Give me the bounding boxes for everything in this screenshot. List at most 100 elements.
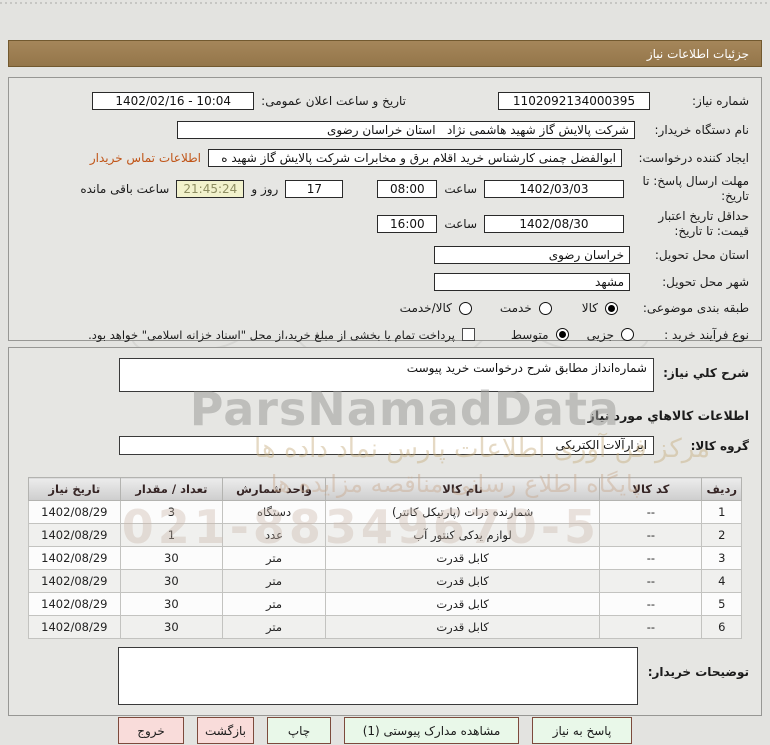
price-validity-date-field[interactable]: 1402/08/30 <box>484 215 624 233</box>
cell-qty: 30 <box>119 615 224 639</box>
cell-date: 1402/08/29 <box>28 546 121 570</box>
back-button[interactable]: بازگشت <box>197 717 254 744</box>
delivery-province-label: استان محل تحویل: <box>654 248 749 262</box>
price-validity-time-field[interactable]: 16:00 <box>377 215 438 233</box>
exit-button[interactable]: خروج <box>118 717 184 744</box>
table-row: 4 -- کابل قدرت متر 30 1402/08/29 <box>28 569 742 593</box>
radio-goods[interactable] <box>605 301 618 315</box>
cell-qty: 30 <box>119 592 224 616</box>
general-description-field[interactable]: شماره‌انداز مطابق شرح درخواست خرید پیوست <box>119 358 654 392</box>
time-left-field: 21:45:24 <box>176 180 245 198</box>
cell-unit: عدد <box>222 523 326 547</box>
cell-name: لوازم یدکی کنتور آب <box>324 523 601 547</box>
request-creator-field[interactable]: ابوالفضل چمنی کارشناس خرید اقلام برق و م… <box>208 148 622 167</box>
cell-date: 1402/08/29 <box>28 523 121 547</box>
price-validity-hour-label: ساعت <box>444 217 477 231</box>
cell-row: 3 <box>701 546 742 570</box>
cell-unit: دستگاه <box>222 500 326 524</box>
page-title-text: جزئیات اطلاعات نیاز <box>646 46 749 61</box>
cell-qty: 3 <box>119 500 224 524</box>
items-table-header-row: ردیف کد کالا نام کالا واحد شمارش تعداد /… <box>28 477 742 501</box>
table-row: 6 -- کابل قدرت متر 30 1402/08/29 <box>28 615 742 639</box>
table-row: 2 -- لوازم یدکی کنتور آب عدد 1 1402/08/2… <box>28 523 742 547</box>
cell-name: شمارنده ذرات (پارتیکل کانتر) <box>324 500 601 524</box>
cell-code: -- <box>599 523 703 547</box>
cell-unit: متر <box>222 569 326 593</box>
cell-row: 2 <box>701 523 742 547</box>
col-unit: واحد شمارش <box>222 477 326 501</box>
treasury-docs-checkbox[interactable] <box>461 328 475 341</box>
buyer-org-field[interactable]: شرکت پالایش گاز شهید هاشمی نژاد استان خر… <box>177 121 635 139</box>
cell-code: -- <box>599 500 703 524</box>
cell-name: کابل قدرت <box>324 546 601 570</box>
announce-datetime-label: تاریخ و ساعت اعلان عمومی: <box>261 94 406 108</box>
cell-qty: 30 <box>119 569 224 593</box>
delivery-city-field[interactable]: مشهد <box>434 273 630 291</box>
buyer-notes-label: توضیحات خریدار: <box>647 665 749 679</box>
table-row: 1 -- شمارنده ذرات (پارتیکل کانتر) دستگاه… <box>28 500 742 524</box>
need-info-panel: شماره نیاز: 1102092134000395 تاریخ و ساع… <box>8 77 762 342</box>
reply-deadline-date-field[interactable]: 1402/03/03 <box>484 180 624 198</box>
time-left-label: ساعت باقی مانده <box>80 182 170 196</box>
need-number-field[interactable]: 1102092134000395 <box>498 92 650 110</box>
cell-name: کابل قدرت <box>324 569 601 593</box>
radio-service[interactable] <box>538 301 552 315</box>
cell-unit: متر <box>222 615 326 639</box>
col-row: ردیف <box>701 477 742 501</box>
cell-date: 1402/08/29 <box>28 569 121 593</box>
cell-row: 4 <box>701 569 742 593</box>
announce-datetime-field[interactable]: 1402/02/16 - 10:04 <box>92 92 255 110</box>
days-left-field: 17 <box>285 180 344 198</box>
cell-code: -- <box>599 569 703 593</box>
table-row: 5 -- کابل قدرت متر 30 1402/08/29 <box>28 592 742 616</box>
table-row: 3 -- کابل قدرت متر 30 1402/08/29 <box>28 546 742 570</box>
radio-medium-label: متوسط <box>510 327 549 342</box>
cell-name: کابل قدرت <box>324 615 601 639</box>
reply-deadline-hour-label: ساعت <box>444 182 477 196</box>
radio-partial-label: جزیی <box>586 327 614 342</box>
buyer-org-label: نام دستگاه خریدار: <box>654 123 750 137</box>
purchase-type-label: نوع فرآیند خرید : <box>664 327 749 342</box>
delivery-city-label: شهر محل تحویل: <box>662 275 749 289</box>
goods-group-field[interactable]: ابزارآلات الکتریکی <box>119 436 654 455</box>
radio-medium[interactable] <box>555 328 569 341</box>
buyer-notes-field[interactable] <box>118 647 638 705</box>
cell-code: -- <box>599 546 703 570</box>
cell-name: کابل قدرت <box>324 592 601 616</box>
cell-code: -- <box>599 615 703 639</box>
reply-deadline-label: مهلت ارسال پاسخ: تا تاریخ: <box>642 174 749 203</box>
price-validity-label: حداقل تاریخ اعتبار قیمت: تا تاریخ: <box>658 209 749 238</box>
request-creator-label: ایجاد کننده درخواست: <box>638 150 749 165</box>
general-description-label: شرح کلي نیاز: <box>663 366 749 380</box>
cell-qty: 1 <box>119 523 224 547</box>
action-button-bar: پاسخ به نیاز مشاهده مدارک پیوستی (1) چاپ… <box>0 717 770 744</box>
cell-row: 5 <box>701 592 742 616</box>
subject-class-label: طبقه بندی موضوعی: <box>642 301 749 315</box>
goods-group-label: گروه کالا: <box>690 438 749 453</box>
cell-unit: متر <box>222 592 326 616</box>
reply-to-need-button[interactable]: پاسخ به نیاز <box>532 717 632 744</box>
radio-goods-service-label: کالا/خدمت <box>399 301 452 315</box>
radio-partial[interactable] <box>621 328 634 341</box>
view-attachments-button[interactable]: مشاهده مدارک پیوستی (1) <box>344 717 519 744</box>
col-need-date: تاریخ نیاز <box>28 477 121 501</box>
items-table: ردیف کد کالا نام کالا واحد شمارش تعداد /… <box>28 477 742 639</box>
print-button[interactable]: چاپ <box>267 717 331 744</box>
cell-qty: 30 <box>119 546 224 570</box>
radio-goods-service[interactable] <box>458 301 472 315</box>
cell-date: 1402/08/29 <box>28 615 121 639</box>
reply-deadline-time-field[interactable]: 08:00 <box>377 180 438 198</box>
col-item-name: نام کالا <box>324 477 601 501</box>
cell-row: 1 <box>701 500 742 524</box>
need-number-label: شماره نیاز: <box>692 94 749 108</box>
page-title: جزئیات اطلاعات نیاز <box>8 40 762 67</box>
items-panel: شرح کلي نیاز: شماره‌انداز مطابق شرح درخو… <box>8 347 762 716</box>
radio-service-label: خدمت <box>499 301 532 315</box>
cell-date: 1402/08/29 <box>28 592 121 616</box>
radio-goods-label: کالا <box>581 301 598 315</box>
delivery-province-field[interactable]: خراسان رضوی <box>434 246 630 264</box>
cell-row: 6 <box>701 615 742 639</box>
col-quantity: تعداد / مقدار <box>119 477 224 501</box>
buyer-contact-link[interactable]: اطلاعات تماس خریدار <box>90 151 201 165</box>
days-left-label: روز و <box>251 182 279 196</box>
